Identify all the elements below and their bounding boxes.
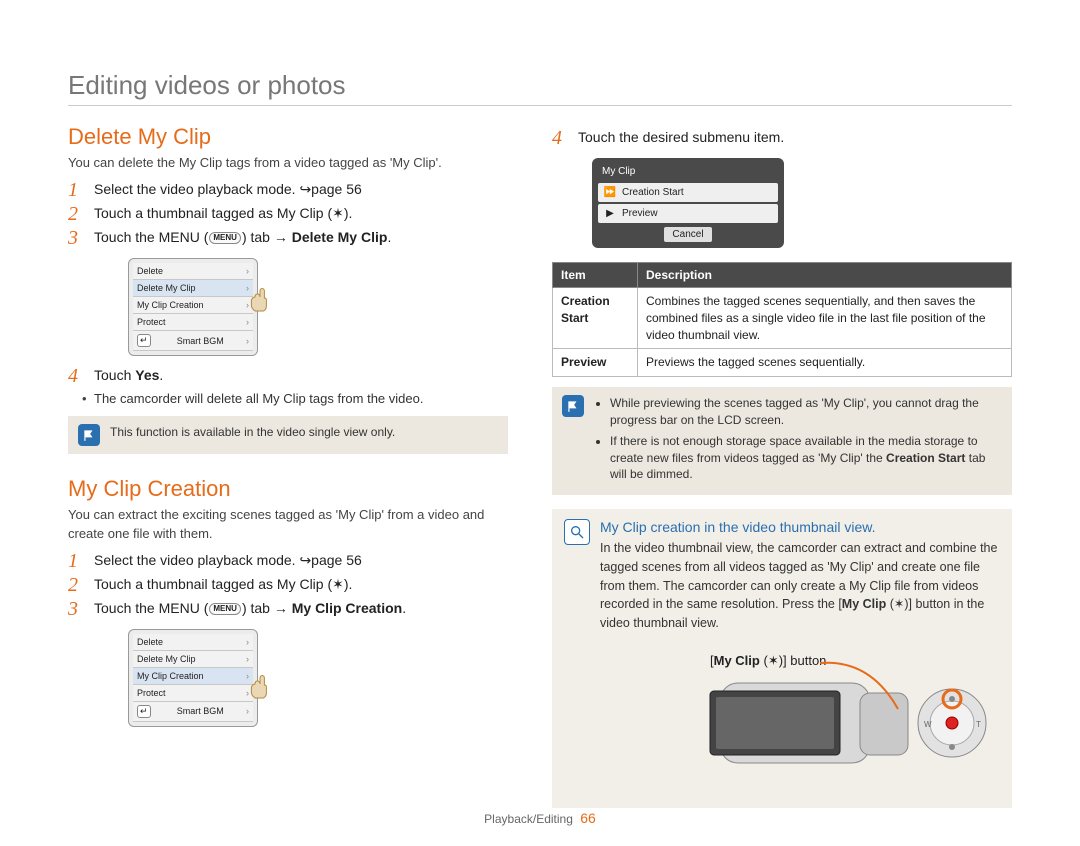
info-box-title: My Clip creation in the video thumbnail … — [600, 519, 1000, 535]
page-footer: Playback/Editing 66 — [68, 810, 1012, 826]
section-delete-my-clip-lead: You can delete the My Clip tags from a v… — [68, 154, 508, 172]
step-3-text: Touch the MENU (MENU) tab → Delete My Cl… — [94, 228, 508, 248]
chevron-right-icon: › — [246, 336, 249, 346]
my-clip-button-caption: [My Clip (✶)] button — [710, 653, 826, 669]
step-2-text: Touch a thumbnail tagged as My Clip (✶). — [94, 204, 508, 224]
step-4-substep: The camcorder will delete all My Clip ta… — [94, 390, 508, 408]
menu-item-smart-bgm[interactable]: ↵Smart BGM› — [133, 331, 253, 351]
leader-line — [820, 659, 920, 734]
description-table: Item Description Creation Start Combines… — [552, 262, 1012, 377]
menu-item-delete[interactable]: Delete› — [133, 263, 253, 280]
submenu-title: My Clip — [598, 164, 778, 181]
step-3b-text: Touch the MENU (MENU) tab → My Clip Crea… — [94, 599, 508, 619]
step-4r-text: Touch the desired submenu item. — [578, 128, 1012, 148]
note-box-right: While previewing the scenes tagged as 'M… — [552, 387, 1012, 495]
section-my-clip-creation-lead: You can extract the exciting scenes tagg… — [68, 506, 508, 542]
note-text: This function is available in the video … — [110, 424, 395, 441]
note-icon — [78, 424, 100, 446]
svg-text:T: T — [976, 720, 981, 729]
step-number: 3 — [68, 599, 84, 619]
info-box-thumbnail-view: My Clip creation in the video thumbnail … — [552, 509, 1012, 808]
menu-icon: MENU — [209, 603, 241, 615]
step-1-text: Select the video playback mode. ↪page 56 — [94, 180, 508, 200]
tap-hand-icon — [241, 277, 281, 322]
section-my-clip-creation-title: My Clip Creation — [68, 476, 508, 502]
step-2b-text: Touch a thumbnail tagged as My Clip (✶). — [94, 575, 508, 595]
tap-hand-icon — [241, 664, 281, 709]
chevron-right-icon: › — [246, 654, 249, 664]
table-row: Creation Start Combines the tagged scene… — [553, 288, 1012, 349]
menu-item-my-clip-creation[interactable]: My Clip Creation› — [133, 297, 253, 314]
back-icon[interactable]: ↵ — [137, 334, 151, 347]
note-box: This function is available in the video … — [68, 416, 508, 454]
submenu-preview[interactable]: ▶Preview — [598, 204, 778, 223]
note-text-right: While previewing the scenes tagged as 'M… — [594, 395, 1002, 487]
play-icon: ▶ — [604, 208, 616, 219]
menu-icon: MENU — [209, 232, 241, 244]
my-clip-icon: ✶ — [332, 205, 344, 221]
submenu-screenshot: My Clip ⏩Creation Start ▶Preview Cancel — [592, 158, 784, 248]
menu-item-delete-my-clip[interactable]: Delete My Clip› — [133, 280, 253, 297]
menu-item-delete-my-clip[interactable]: Delete My Clip› — [133, 651, 253, 668]
step-number: 2 — [68, 204, 84, 224]
menu-screenshot-b: Delete› Delete My Clip› My Clip Creation… — [128, 629, 258, 727]
my-clip-icon: ✶ — [894, 597, 904, 611]
step-number: 1 — [68, 180, 84, 200]
info-box-body: In the video thumbnail view, the camcord… — [600, 539, 1000, 633]
section-delete-my-clip-title: Delete My Clip — [68, 124, 508, 150]
magnifier-icon — [564, 519, 590, 545]
menu-item-smart-bgm[interactable]: ↵Smart BGM› — [133, 702, 253, 722]
note-icon — [562, 395, 584, 417]
step-4-text: Touch Yes. — [94, 366, 508, 386]
menu-screenshot: Delete› Delete My Clip› My Clip Creation… — [128, 258, 258, 356]
svg-text:W: W — [924, 720, 932, 729]
step-number: 3 — [68, 228, 84, 248]
submenu-creation-start[interactable]: ⏩Creation Start — [598, 183, 778, 202]
chevron-right-icon: › — [246, 266, 249, 276]
submenu-cancel-button[interactable]: Cancel — [664, 227, 711, 242]
step-number: 1 — [68, 551, 84, 571]
table-header-description: Description — [638, 263, 1012, 288]
chevron-right-icon: › — [246, 637, 249, 647]
table-row: Preview Previews the tagged scenes seque… — [553, 349, 1012, 377]
menu-item-my-clip-creation[interactable]: My Clip Creation› — [133, 668, 253, 685]
step-number: 4 — [68, 366, 84, 386]
menu-item-protect[interactable]: Protect› — [133, 685, 253, 702]
page-title: Editing videos or photos — [68, 70, 1012, 106]
menu-item-delete[interactable]: Delete› — [133, 634, 253, 651]
my-clip-icon: ✶ — [768, 653, 779, 668]
step-number: 4 — [552, 128, 568, 148]
table-header-item: Item — [553, 263, 638, 288]
back-icon[interactable]: ↵ — [137, 705, 151, 718]
fast-forward-icon: ⏩ — [604, 187, 616, 198]
my-clip-icon: ✶ — [332, 576, 344, 592]
menu-item-protect[interactable]: Protect› — [133, 314, 253, 331]
step-1b-text: Select the video playback mode. ↪page 56 — [94, 551, 508, 571]
step-number: 2 — [68, 575, 84, 595]
